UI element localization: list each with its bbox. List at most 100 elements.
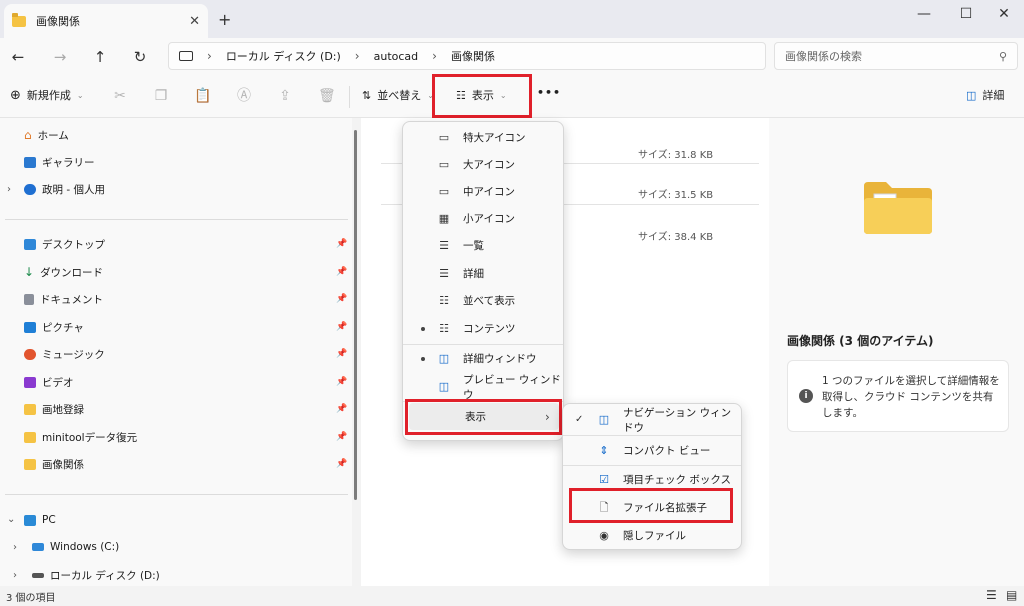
sort-button[interactable]: ⇅ 並べ替え ⌄ (362, 87, 434, 103)
sidebar-item-pictures[interactable]: ピクチャ (24, 318, 84, 336)
pin-icon[interactable]: 📌 (336, 377, 347, 387)
chevron-right-icon: › (432, 49, 437, 63)
show-item-highlight (405, 399, 562, 435)
menu-item-large-icons[interactable]: ▭ 大アイコン (403, 151, 563, 178)
sidebar-item-music[interactable]: ミュージック (24, 345, 105, 363)
pin-icon[interactable]: 📌 (336, 349, 347, 359)
check-icon: ✓ (575, 414, 584, 425)
info-icon: i (799, 389, 813, 403)
more-button[interactable]: ••• (537, 86, 561, 99)
sidebar-item-home[interactable]: ⌂ ホーム (24, 126, 69, 144)
search-input[interactable]: 画像関係の検索 ⚲ (774, 42, 1018, 70)
menu-item-navigation-pane[interactable]: ✓ ◫ ナビゲーション ウィンドウ (563, 406, 741, 434)
chevron-down-icon[interactable]: ⌄ (7, 514, 15, 525)
sidebar-item-label: ギャラリー (42, 156, 95, 169)
menu-item-content[interactable]: ☷ コンテンツ (403, 315, 563, 342)
chevron-right-icon[interactable]: › (13, 570, 17, 581)
tab-current[interactable]: 画像関係 ✕ (4, 4, 208, 38)
breadcrumb-drive[interactable]: ローカル ディスク (D:) (226, 48, 341, 64)
close-button[interactable]: ✕ (984, 4, 1024, 24)
pin-icon[interactable]: 📌 (336, 239, 347, 249)
details-view-icon[interactable]: ☰ (986, 588, 997, 602)
item-count: 3 個の項目 (6, 593, 56, 604)
menu-item-list[interactable]: ☰ 一覧 (403, 232, 563, 259)
sidebar-item-folder-3[interactable]: 画像関係 (24, 455, 84, 473)
menu-item-preview-pane[interactable]: ◫ プレビュー ウィンドウ (403, 373, 563, 401)
drive-icon (32, 543, 44, 551)
menu-item-label: コンパクト ビュー (623, 445, 711, 457)
tab-close-icon[interactable]: ✕ (189, 14, 200, 29)
breadcrumb-current[interactable]: 画像関係 (451, 48, 495, 64)
plus-circle-icon: ⊕ (10, 87, 21, 103)
new-label: 新規作成 (26, 89, 71, 102)
menu-item-small-icons[interactable]: ▦ 小アイコン (403, 205, 563, 232)
paste-icon[interactable]: 📋 (194, 88, 211, 104)
pc-icon (24, 514, 36, 526)
pin-icon[interactable]: 📌 (336, 294, 347, 304)
sidebar-item-folder-1[interactable]: 画地登録 (24, 400, 84, 418)
tiles-view-icon[interactable]: ▤ (1006, 588, 1017, 602)
cut-icon[interactable]: ✂ (112, 88, 128, 104)
content-icon: ☷ (439, 321, 449, 335)
video-icon (24, 376, 36, 388)
chevron-right-icon: › (354, 49, 360, 63)
chevron-right-icon[interactable]: › (7, 184, 11, 195)
list-icon: ☰ (439, 238, 449, 252)
share-icon[interactable]: ⇪ (277, 88, 293, 104)
new-tab-button[interactable]: + (218, 10, 231, 29)
address-bar[interactable]: › ローカル ディスク (D:) › autocad › 画像関係 (168, 42, 766, 70)
pin-icon[interactable]: 📌 (336, 404, 347, 414)
details-view-icon: ☰ (439, 266, 449, 280)
menu-item-label: コンテンツ (463, 323, 516, 335)
refresh-button[interactable]: ↻ (128, 46, 152, 68)
navigation-bar: ← → ↑ ↻ › ローカル ディスク (D:) › autocad › 画像関… (0, 38, 1024, 74)
menu-item-label: 詳細 (463, 268, 484, 280)
menu-item-extra-large-icons[interactable]: ▭ 特大アイコン (403, 124, 563, 151)
sidebar-item-folder-2[interactable]: minitoolデータ復元 (24, 428, 137, 446)
sidebar-item-drive-c[interactable]: Windows (C:) (32, 538, 119, 556)
menu-item-label: 一覧 (463, 240, 484, 252)
minimize-button[interactable]: — (904, 4, 944, 24)
view-icon: ☷ (456, 88, 466, 102)
view-button[interactable]: ☷ 表示 ⌄ (456, 87, 507, 103)
sidebar-item-desktop[interactable]: デスクトップ (24, 235, 105, 253)
back-button[interactable]: ← (6, 46, 30, 68)
folder-icon (24, 458, 36, 470)
menu-item-compact-view[interactable]: ⇕ コンパクト ビュー (563, 437, 741, 464)
sidebar-item-label: ダウンロード (40, 266, 104, 279)
copy-icon[interactable]: ❐ (153, 88, 169, 104)
breadcrumb-autocad[interactable]: autocad (374, 50, 419, 63)
menu-item-medium-icons[interactable]: ▭ 中アイコン (403, 178, 563, 205)
details-pane-button[interactable]: ◫ 詳細 (966, 87, 1004, 103)
rename-icon[interactable]: Ⓐ (236, 88, 252, 104)
sidebar-item-gallery[interactable]: ギャラリー (24, 153, 95, 171)
sidebar-item-onedrive[interactable]: 政明 - 個人用 (24, 180, 105, 198)
maximize-button[interactable]: ☐ (946, 4, 986, 24)
sidebar-item-documents[interactable]: ドキュメント (24, 290, 103, 308)
menu-item-details[interactable]: ☰ 詳細 (403, 260, 563, 287)
pin-icon[interactable]: 📌 (336, 267, 347, 277)
music-icon (24, 348, 36, 360)
new-button[interactable]: ⊕ 新規作成 ⌄ (10, 87, 84, 103)
pin-icon[interactable]: 📌 (336, 432, 347, 442)
details-pane-icon: ◫ (966, 88, 977, 102)
sidebar-item-pc[interactable]: PC (24, 511, 56, 529)
pin-icon[interactable]: 📌 (336, 322, 347, 332)
chevron-right-icon[interactable]: › (13, 542, 17, 553)
sidebar-item-label: 政明 - 個人用 (42, 183, 105, 196)
pin-icon[interactable]: 📌 (336, 459, 347, 469)
divider (349, 86, 350, 108)
scrollbar[interactable] (354, 130, 357, 500)
menu-item-tiles[interactable]: ☷ 並べて表示 (403, 287, 563, 314)
delete-icon[interactable]: 🗑 (318, 88, 336, 104)
sidebar-item-videos[interactable]: ビデオ (24, 373, 74, 391)
document-icon (24, 293, 34, 305)
forward-button[interactable]: → (48, 46, 72, 68)
up-button[interactable]: ↑ (88, 46, 112, 68)
menu-item-hidden-files[interactable]: ◉ 隠しファイル (563, 522, 741, 549)
menu-item-label: 詳細ウィンドウ (463, 353, 537, 365)
navigation-pane: ⌂ ホーム ギャラリー › 政明 - 個人用 デスクトップ 📌 ↓ ダウンロード… (0, 118, 352, 586)
sidebar-item-downloads[interactable]: ↓ ダウンロード (24, 263, 103, 281)
menu-item-details-pane[interactable]: ◫ 詳細ウィンドウ (403, 345, 563, 372)
sidebar-item-drive-d[interactable]: ローカル ディスク (D:) (32, 566, 160, 584)
